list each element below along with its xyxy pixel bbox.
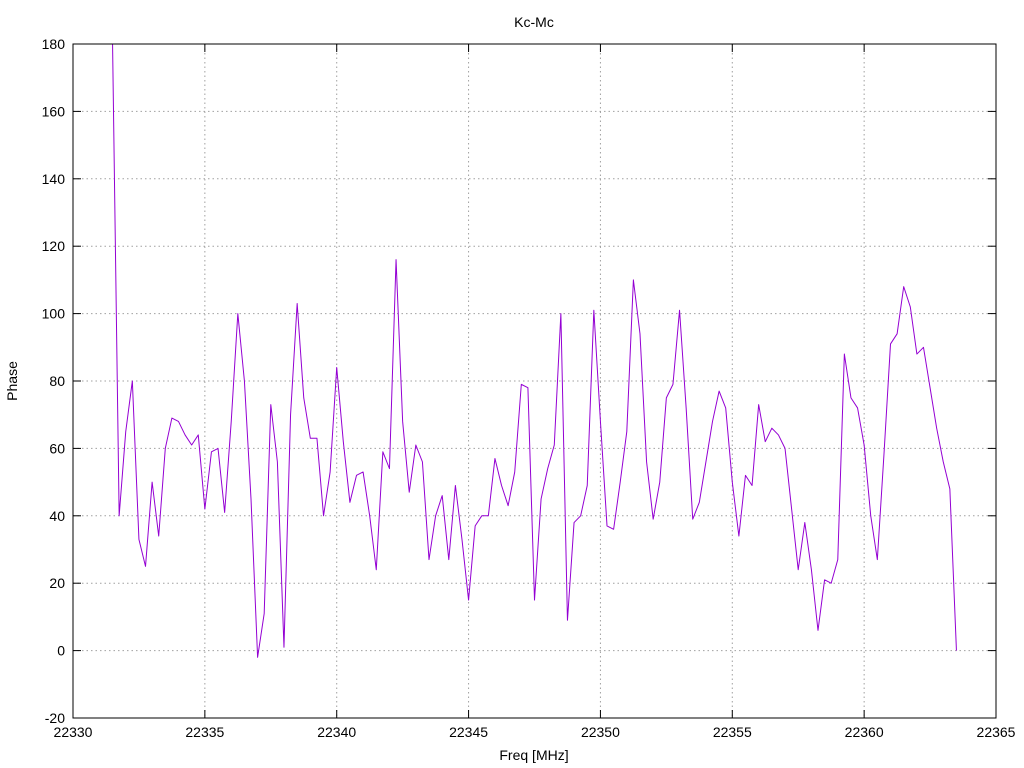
plot-frame: [72, 43, 997, 719]
tick-labels: -2002040608010012014016018022330 22335 223…: [42, 36, 1016, 740]
line-chart: -2002040608010012014016018022330 22335 223…: [4, 14, 1016, 763]
x-tick-label: 22330: [54, 724, 93, 740]
series-layer: [112, 43, 957, 658]
series-line-0: [112, 43, 957, 658]
y-tick-label: 140: [42, 171, 66, 187]
y-tick-label: 60: [49, 440, 65, 456]
y-tick-label: 40: [49, 508, 65, 524]
x-tick-label: 22340: [317, 724, 356, 740]
y-tick-label: 100: [42, 306, 66, 322]
chart-title: Kc-Mc: [514, 14, 554, 30]
y-axis-title: Phase: [4, 361, 20, 401]
x-tick-label: 22345: [449, 724, 488, 740]
y-tick-label: 80: [49, 373, 65, 389]
y-tick-label: 160: [42, 103, 66, 119]
axis-ticks: [72, 43, 997, 719]
y-tick-label: 0: [57, 643, 65, 659]
y-tick-label: 20: [49, 575, 65, 591]
x-tick-label: 22355: [713, 724, 752, 740]
x-tick-label: 22365: [977, 724, 1016, 740]
x-tick-label: 22335: [185, 724, 224, 740]
x-tick-label: 22350: [581, 724, 620, 740]
y-tick-label: 120: [42, 238, 66, 254]
y-tick-label: 180: [42, 36, 66, 52]
grid: [73, 44, 996, 718]
x-axis-title: Freq [MHz]: [499, 747, 568, 763]
x-tick-label: 22360: [845, 724, 884, 740]
